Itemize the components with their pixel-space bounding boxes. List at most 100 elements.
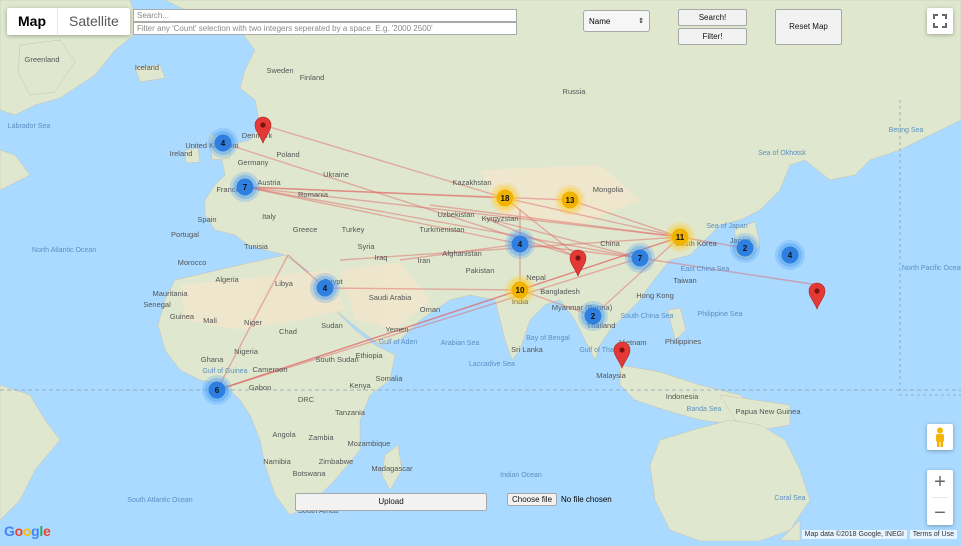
map-label-kenya: Kenya: [349, 381, 371, 390]
map-label-sweden: Sweden: [266, 66, 293, 75]
map-label-east-china-sea: East China Sea: [681, 266, 730, 273]
cluster-count: 6: [215, 386, 220, 395]
cluster-count: 2: [743, 244, 748, 253]
map-label-namibia: Namibia: [263, 457, 291, 466]
map-label-iran: Iran: [418, 256, 431, 265]
map-label-turkey: Turkey: [342, 225, 365, 234]
map-label-oman: Oman: [420, 305, 440, 314]
zoom-in-button[interactable]: +: [934, 472, 946, 492]
map-label-drc: DRC: [298, 395, 315, 404]
map-label-sea-of-okhotsk: Sea of Okhotsk: [758, 150, 806, 157]
map-label-mongolia: Mongolia: [593, 185, 624, 194]
map-pin-dot: [260, 122, 266, 128]
map-label-tunisia: Tunisia: [244, 242, 269, 251]
map-label-nigeria: Nigeria: [234, 347, 259, 356]
marker-cluster[interactable]: 4: [775, 240, 805, 270]
map-label-yemen: Yemen: [385, 325, 408, 334]
map-label-pakistan: Pakistan: [466, 266, 495, 275]
marker-cluster[interactable]: 2: [730, 233, 760, 263]
map-type-map-button[interactable]: Map: [7, 8, 57, 35]
field-select[interactable]: Name ⇕: [583, 10, 650, 32]
marker-cluster[interactable]: 4: [505, 229, 535, 259]
map-label-north-pacific: North Pacific Ocean: [902, 265, 961, 272]
zoom-out-button[interactable]: −: [934, 503, 946, 523]
search-button[interactable]: Search!: [678, 9, 747, 26]
map-label-indonesia: Indonesia: [666, 392, 699, 401]
map-label-spain: Spain: [197, 215, 216, 224]
zoom-control: + −: [927, 470, 953, 525]
map-label-sri-lanka: Sri Lanka: [511, 345, 544, 354]
street-view-button[interactable]: [927, 424, 953, 450]
cluster-count: 18: [501, 194, 510, 203]
marker-cluster[interactable]: 4: [208, 128, 238, 158]
cluster-count: 7: [638, 254, 643, 263]
map-label-senegal: Senegal: [143, 300, 171, 309]
map-label-sudan: Sudan: [321, 321, 343, 330]
map-attribution: Map data ©2018 Google, INEGI: [801, 530, 907, 539]
map-label-somalia: Somalia: [375, 374, 403, 383]
map-label-malaysia: Malaysia: [596, 371, 626, 380]
zoom-divider: [932, 496, 948, 498]
map-label-romania: Romania: [298, 190, 329, 199]
map-label-madagascar: Madagascar: [371, 464, 413, 473]
map-label-coral-sea: Coral Sea: [774, 495, 805, 502]
map-label-hong-kong: Hong Kong: [636, 291, 674, 300]
reset-map-button[interactable]: Reset Map: [775, 9, 842, 45]
map-pin-dot: [619, 347, 625, 353]
map-label-gulf-of-guinea: Gulf of Guinea: [202, 368, 247, 375]
search-input[interactable]: Search...: [133, 9, 517, 22]
filter-button[interactable]: Filter!: [678, 28, 747, 45]
map-label-greenland: Greenland: [24, 55, 59, 64]
map-label-gulf-of-aden: Gulf of Aden: [379, 339, 418, 346]
terms-of-use-link[interactable]: Terms of Use: [909, 530, 957, 539]
cluster-count: 11: [676, 233, 685, 242]
map-label-philippines: Philippines: [665, 337, 702, 346]
marker-cluster[interactable]: 7: [625, 243, 655, 273]
map-label-syria: Syria: [357, 242, 375, 251]
choose-file-button[interactable]: Choose file: [507, 493, 558, 506]
map-label-tanzania: Tanzania: [335, 408, 366, 417]
map-canvas[interactable]: Greenland Iceland Sweden Finland Russia Denma…: [0, 0, 961, 542]
cluster-count: 4: [788, 251, 793, 260]
map-label-banda-sea: Banda Sea: [687, 406, 722, 413]
map-label-zimbabwe: Zimbabwe: [319, 457, 354, 466]
map-label-ghana: Ghana: [201, 355, 224, 364]
select-arrows-icon: ⇕: [638, 18, 644, 25]
map-label-portugal: Portugal: [171, 230, 199, 239]
map-type-satellite-button[interactable]: Satellite: [57, 8, 130, 35]
map-label-angola: Angola: [272, 430, 296, 439]
map-label-germany: Germany: [238, 158, 269, 167]
map-label-papua: Papua New Guinea: [735, 407, 801, 416]
map-label-niger: Niger: [244, 318, 262, 327]
marker-cluster[interactable]: 4: [310, 273, 340, 303]
map-label-finland: Finland: [300, 73, 325, 82]
map-label-ireland: Ireland: [170, 149, 193, 158]
cluster-count: 4: [518, 240, 523, 249]
map-label-chad: Chad: [279, 327, 297, 336]
upload-button[interactable]: Upload: [295, 493, 487, 511]
map-label-labrador-sea: Labrador Sea: [8, 123, 51, 130]
marker-cluster[interactable]: 6: [202, 375, 232, 405]
marker-cluster[interactable]: 13: [555, 185, 585, 215]
marker-cluster[interactable]: 7: [230, 172, 260, 202]
google-logo[interactable]: Google: [4, 523, 51, 539]
fullscreen-button[interactable]: [927, 8, 953, 34]
map-label-algeria: Algeria: [215, 275, 239, 284]
map-label-bangladesh: Bangladesh: [540, 287, 580, 296]
map-label-indian-ocean: Indian Ocean: [500, 472, 542, 479]
map-label-gabon: Gabon: [249, 383, 272, 392]
map-label-cameroon: Cameroon: [252, 365, 287, 374]
map-label-south-china-sea: South China Sea: [621, 313, 674, 320]
marker-cluster[interactable]: 10: [505, 275, 535, 305]
map-label-saudi: Saudi Arabia: [369, 293, 412, 302]
map-label-mali: Mali: [203, 316, 217, 325]
map-label-kyrgyzstan: Kyrgyzstan: [481, 214, 518, 223]
map-label-afghanistan: Afghanistan: [442, 249, 482, 258]
marker-cluster[interactable]: 18: [490, 183, 520, 213]
marker-cluster[interactable]: 2: [578, 301, 608, 331]
map-label-ethiopia: Ethiopia: [355, 351, 383, 360]
filter-input[interactable]: Filter any 'Count' selection with two in…: [133, 22, 517, 35]
map-label-kazakhstan: Kazakhstan: [452, 178, 491, 187]
marker-cluster[interactable]: 11: [665, 222, 695, 252]
map-label-turkmenistan: Turkmenistan: [419, 225, 464, 234]
